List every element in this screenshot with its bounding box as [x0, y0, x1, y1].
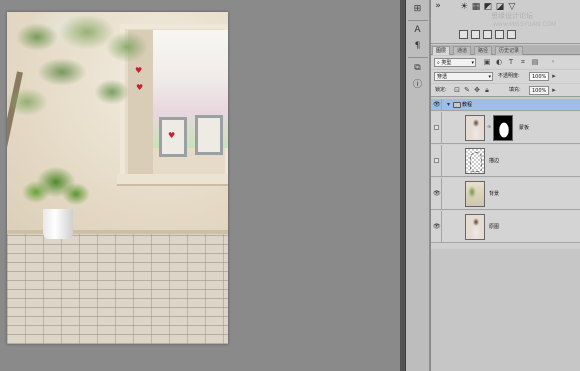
smart-object-filter-icon[interactable]: ▤	[531, 58, 539, 66]
visibility-cell[interactable]	[431, 145, 442, 176]
heart-decoration: ♥	[136, 83, 144, 92]
layer-row[interactable]: 描边	[431, 145, 580, 177]
opacity-slider-icon[interactable]: ▸	[550, 72, 558, 80]
collapse-icon[interactable]: »	[433, 1, 443, 11]
lock-label: 锁定:	[435, 87, 447, 93]
layer-thumbnail	[465, 148, 485, 174]
arrange-icon[interactable]: ⊞	[410, 3, 425, 16]
layer-row[interactable]: 👁︎ 原图	[431, 211, 580, 243]
layers-list: 👁︎ ▾ 教程 ∞ 蒙板 描边 👁︎ 背景 👁︎ 原图	[431, 99, 580, 249]
adjustments-panel: » ☀ ▦ ◩ ◪ ▽ 思缘设计论坛 www.MISSYUAN.COM	[431, 0, 580, 44]
hidden-visibility-box[interactable]	[434, 158, 439, 163]
opacity-input[interactable]: 100%	[529, 72, 549, 81]
divider	[408, 20, 428, 21]
document-canvas[interactable]: ♥ ♥ ♥	[7, 12, 228, 344]
canvas-area[interactable]: ♥ ♥ ♥	[0, 0, 400, 371]
link-chain-icon[interactable]: ∞	[487, 124, 491, 130]
watermark-cn: 思缘设计论坛	[491, 12, 533, 20]
visibility-cell[interactable]: 👁︎	[431, 211, 442, 242]
layers-empty-area	[431, 249, 580, 371]
levels-icon[interactable]: ▦	[471, 2, 481, 12]
expand-arrow-icon[interactable]: ▾	[447, 101, 450, 108]
eye-icon[interactable]: 👁︎	[433, 223, 441, 230]
tab-layers[interactable]: 图层	[432, 46, 451, 55]
chevron-down-icon: ▾	[488, 74, 491, 80]
right-panels: » ☀ ▦ ◩ ◪ ▽ 思缘设计论坛 www.MISSYUAN.COM 图层 通…	[431, 0, 580, 371]
folder-icon	[453, 102, 461, 108]
layer-thumbnail	[465, 214, 485, 240]
info-icon[interactable]: ⓘ	[410, 79, 425, 92]
hidden-visibility-box[interactable]	[434, 125, 439, 130]
layer-name: 描边	[489, 158, 500, 164]
black-white-icon[interactable]	[483, 30, 492, 39]
window-sill	[117, 174, 228, 186]
shape-filter-icon[interactable]: ⌗	[519, 58, 527, 66]
heart-decoration: ♥	[135, 66, 143, 75]
picture-frame	[195, 115, 223, 155]
filter-kind-value: 类型	[441, 60, 452, 66]
divider	[408, 57, 428, 58]
lock-position-icon[interactable]: ✥	[473, 86, 481, 94]
photo-filter-icon[interactable]	[495, 30, 504, 39]
tab-channels[interactable]: 通道	[453, 46, 472, 55]
fill-input[interactable]: 100%	[529, 86, 549, 95]
navigator-icon[interactable]: ⧉	[410, 62, 425, 75]
picture-frame: ♥	[159, 117, 187, 157]
layer-row[interactable]: 👁︎ 背景	[431, 178, 580, 210]
thumbnail-plant	[468, 186, 476, 198]
visibility-cell[interactable]: 👁︎	[431, 99, 442, 110]
blend-mode-select[interactable]: 穿透 ▾	[434, 72, 493, 81]
mask-thumbnail[interactable]	[493, 115, 513, 141]
layer-name: 蒙板	[519, 125, 530, 131]
fill-label: 填充:	[509, 87, 521, 93]
hue-saturation-icon[interactable]	[459, 30, 468, 39]
group-name: 教程	[462, 102, 473, 108]
image-filter-icon[interactable]: ▣	[483, 58, 491, 66]
blend-mode-value: 穿透	[437, 74, 448, 80]
type-filter-icon[interactable]: T	[507, 58, 515, 66]
layer-row[interactable]: ∞ 蒙板	[431, 112, 580, 144]
layer-name: 原图	[489, 224, 500, 230]
chevron-down-icon: ▾	[471, 60, 474, 66]
filter-kind-select[interactable]: ⌕ 类型 ▾	[434, 58, 476, 67]
brightness-icon[interactable]: ☀	[459, 2, 469, 12]
lock-all-icon[interactable]: 🔒︎	[483, 86, 491, 94]
adjustment-filter-icon[interactable]: ◐	[495, 58, 503, 66]
fill-slider-icon[interactable]: ▸	[550, 86, 558, 94]
plant-pot	[43, 209, 73, 239]
visibility-cell[interactable]	[431, 112, 442, 143]
eye-icon[interactable]: 👁︎	[433, 101, 441, 108]
lock-row: 锁定: ⊡ ✎ ✥ 🔒︎ 填充: 100% ▸	[431, 84, 580, 97]
paragraph-icon[interactable]: ¶	[410, 40, 425, 53]
lock-pixels-icon[interactable]: ✎	[463, 86, 471, 94]
layer-group-row[interactable]: 👁︎ ▾ 教程	[431, 99, 580, 111]
stroke-outline	[470, 152, 482, 172]
lock-transparent-icon[interactable]: ⊡	[453, 86, 461, 94]
heart-decoration: ♥	[168, 131, 176, 140]
layer-name: 背景	[489, 191, 500, 197]
blend-row: 穿透 ▾ 不透明度: 100% ▸	[431, 70, 580, 83]
filter-toggle-icon[interactable]: ◦	[549, 58, 557, 66]
watermark-url: www.MISSYUAN.COM	[493, 21, 557, 28]
opacity-label: 不透明度:	[498, 73, 520, 79]
eye-icon[interactable]: 👁︎	[433, 190, 441, 197]
layer-thumbnail	[465, 115, 485, 141]
tab-paths[interactable]: 路径	[474, 46, 493, 55]
channel-mixer-icon[interactable]	[507, 30, 516, 39]
layer-thumbnail	[465, 181, 485, 207]
panel-tab-bar: 图层 通道 路径 历史记录	[431, 45, 580, 55]
brick-floor	[7, 234, 228, 344]
tab-history[interactable]: 历史记录	[495, 46, 524, 55]
color-balance-icon[interactable]	[471, 30, 480, 39]
visibility-cell[interactable]: 👁︎	[431, 178, 442, 209]
character-icon[interactable]: A	[410, 24, 425, 37]
layer-filter-row: ⌕ 类型 ▾ ▣ ◐ T ⌗ ▤ ◦	[431, 56, 580, 69]
panel-icon-column: ⊞ A ¶ ⧉ ⓘ	[406, 0, 430, 371]
